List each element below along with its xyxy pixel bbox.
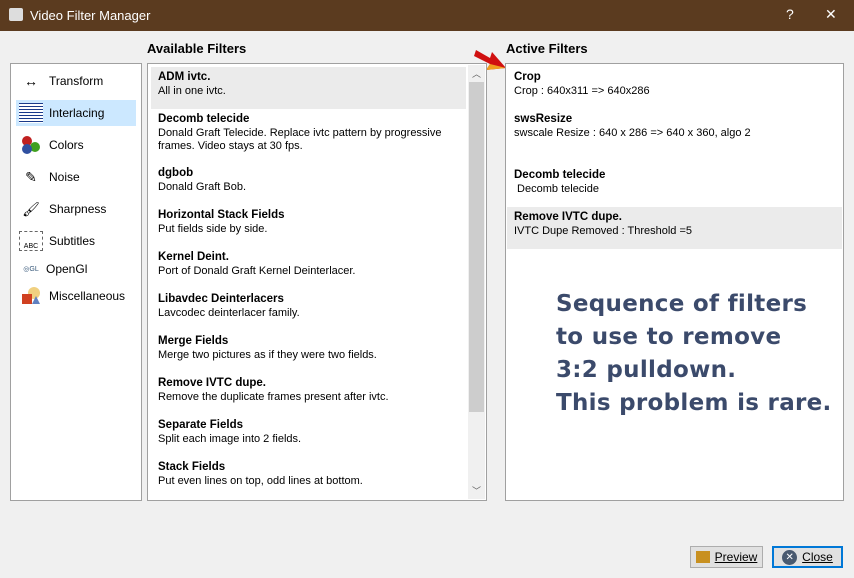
category-label: Miscellaneous bbox=[49, 289, 126, 303]
filter-name: Stack Fields bbox=[158, 461, 226, 473]
scroll-down-icon[interactable]: ﹀ bbox=[468, 484, 485, 497]
filter-item[interactable]: Decomb telecide Donald Graft Telecide. Re… bbox=[151, 109, 466, 152]
filter-desc: swscale Resize : 640 x 286 => 640 x 360,… bbox=[514, 127, 751, 139]
filter-name: Kernel Deint. bbox=[158, 251, 229, 263]
category-transform[interactable]: ↔ Transform bbox=[16, 68, 136, 94]
category-list: ↔ Transform Interlacing Colors ✎ Noise 🖌 Sh… bbox=[10, 63, 142, 501]
category-label: OpenGl bbox=[46, 262, 88, 276]
filter-name: ADM ivtc. bbox=[158, 71, 211, 83]
category-label: Interlacing bbox=[49, 106, 105, 120]
filter-item[interactable]: Stack Fields Put even lines on top, odd l… bbox=[151, 457, 466, 499]
filter-desc: Put even lines on top, odd lines at bott… bbox=[158, 475, 363, 487]
active-filter-item[interactable]: Decomb telecide Decomb telecide bbox=[507, 165, 842, 207]
noise-icon: ✎ bbox=[25, 168, 37, 185]
filter-name: Libavdec Deinterlacers bbox=[158, 293, 284, 305]
category-subtitles[interactable]: ABC Subtitles bbox=[16, 228, 136, 254]
help-button[interactable]: ? bbox=[786, 6, 794, 22]
app-icon bbox=[9, 8, 23, 21]
category-label: Subtitles bbox=[49, 234, 96, 248]
filter-item[interactable]: Remove IVTC dupe. Remove the duplicate fr… bbox=[151, 373, 466, 415]
close-button[interactable]: ✕ Close bbox=[772, 546, 843, 568]
filter-name: Horizontal Stack Fields bbox=[158, 209, 285, 221]
category-colors[interactable]: Colors bbox=[16, 132, 136, 158]
category-interlacing[interactable]: Interlacing bbox=[16, 100, 136, 126]
preview-label: Preview bbox=[714, 550, 758, 564]
window-title: Video Filter Manager bbox=[30, 8, 151, 23]
active-filters-header: Active Filters bbox=[506, 41, 588, 56]
scroll-up-icon[interactable]: ︿ bbox=[468, 67, 485, 80]
title-bar: Video Filter Manager ? ✕ bbox=[0, 0, 854, 31]
annotation-text: Sequence of filters to use to remove 3:2… bbox=[556, 288, 832, 420]
filter-item[interactable]: Merge Fields Merge two pictures as if the… bbox=[151, 331, 466, 373]
filter-desc: Split each image into 2 fields. bbox=[158, 433, 302, 445]
filter-item[interactable]: Separate Fields Split each image into 2 f… bbox=[151, 415, 466, 457]
available-filters-list: ADM ivtc. All in one ivtc. Decomb telecid… bbox=[147, 63, 487, 501]
miscellaneous-icon bbox=[19, 286, 43, 306]
active-filters-list: Crop Crop : 640x311 => 640x286 swsResize s… bbox=[505, 63, 844, 501]
filter-item[interactable]: Kernel Deint. Port of Donald Graft Kernel… bbox=[151, 247, 466, 289]
filter-item[interactable]: Libavdec Deinterlacers Lavcodec deinterla… bbox=[151, 289, 466, 331]
colors-icon bbox=[19, 135, 43, 155]
filter-item[interactable]: Horizontal Stack Fields Put fields side b… bbox=[151, 205, 466, 247]
annotation-line: This problem is rare. bbox=[556, 390, 832, 416]
filter-name: Remove IVTC dupe. bbox=[514, 211, 622, 223]
opengl-icon: ◎GL bbox=[23, 266, 39, 273]
category-opengl[interactable]: ◎GL OpenGl bbox=[16, 256, 136, 282]
category-label: Transform bbox=[49, 74, 104, 88]
close-icon: ✕ bbox=[782, 549, 798, 565]
transform-icon: ↔ bbox=[24, 73, 38, 89]
active-filter-item[interactable]: Remove IVTC dupe. IVTC Dupe Removed : Thr… bbox=[507, 207, 842, 249]
filter-name: Separate Fields bbox=[158, 419, 244, 431]
filter-name: Remove IVTC dupe. bbox=[158, 377, 266, 389]
filter-desc: Remove the duplicate frames present afte… bbox=[158, 391, 389, 403]
filter-name: Merge Fields bbox=[158, 335, 229, 347]
filter-item[interactable]: ADM ivtc. All in one ivtc. bbox=[151, 67, 466, 109]
filter-desc: Put fields side by side. bbox=[158, 223, 268, 235]
category-miscellaneous[interactable]: Miscellaneous bbox=[16, 283, 136, 309]
filter-name: Decomb telecide bbox=[158, 113, 250, 125]
filter-desc: Port of Donald Graft Kernel Deinterlacer… bbox=[158, 265, 356, 277]
category-label: Noise bbox=[49, 170, 80, 184]
scrollbar[interactable]: ︿ ﹀ bbox=[468, 65, 485, 499]
category-label: Colors bbox=[49, 138, 84, 152]
annotation-line: to use to remove bbox=[556, 324, 782, 350]
filter-desc: Merge two pictures as if they were two f… bbox=[158, 349, 377, 361]
filter-desc: Donald Graft Bob. bbox=[158, 181, 247, 193]
filter-desc: All in one ivtc. bbox=[158, 85, 226, 97]
filter-name: Crop bbox=[514, 71, 541, 83]
category-label: Sharpness bbox=[49, 202, 107, 216]
filter-item[interactable]: dgbob Donald Graft Bob. bbox=[151, 163, 466, 205]
interlacing-icon bbox=[19, 103, 43, 123]
close-window-button[interactable]: ✕ bbox=[825, 6, 837, 23]
filter-desc: Donald Graft Telecide. Replace ivtc patt… bbox=[158, 127, 442, 152]
category-noise[interactable]: ✎ Noise bbox=[16, 164, 136, 190]
filter-desc: Crop : 640x311 => 640x286 bbox=[514, 85, 650, 97]
active-filter-item[interactable]: Crop Crop : 640x311 => 640x286 bbox=[507, 67, 842, 109]
scroll-thumb[interactable] bbox=[469, 82, 484, 412]
filter-desc: IVTC Dupe Removed : Threshold =5 bbox=[514, 225, 693, 237]
annotation-line: Sequence of filters bbox=[556, 291, 808, 317]
sharpness-icon: 🖌 bbox=[22, 200, 40, 217]
available-filters-header: Available Filters bbox=[147, 41, 247, 56]
preview-icon bbox=[695, 551, 710, 563]
active-filter-item[interactable]: swsResize swscale Resize : 640 x 286 => 6… bbox=[507, 109, 842, 151]
filter-name: Decomb telecide bbox=[514, 169, 606, 181]
filter-desc: Lavcodec deinterlacer family. bbox=[158, 307, 300, 319]
filter-name: swsResize bbox=[514, 113, 573, 125]
annotation-line: 3:2 pulldown. bbox=[556, 357, 737, 383]
close-label: Close bbox=[802, 550, 833, 564]
filter-name: dgbob bbox=[158, 167, 194, 179]
filter-desc: Decomb telecide bbox=[514, 183, 599, 195]
preview-button[interactable]: Preview bbox=[690, 546, 763, 568]
subtitles-icon: ABC bbox=[19, 231, 43, 251]
category-sharpness[interactable]: 🖌 Sharpness bbox=[16, 196, 136, 222]
